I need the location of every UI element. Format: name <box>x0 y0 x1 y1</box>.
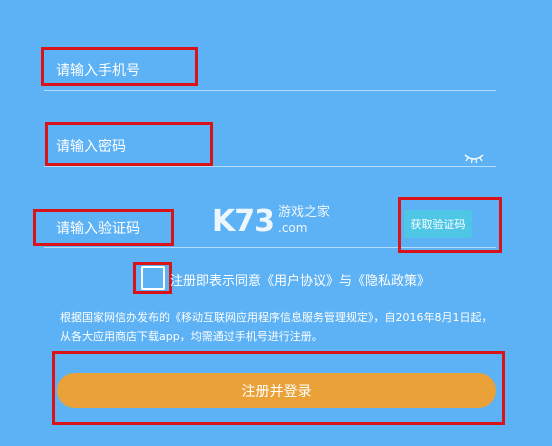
get-code-button-highlight <box>398 197 502 253</box>
watermark-name: 游戏之家 <box>278 205 331 220</box>
register-login-button-highlight <box>52 351 505 425</box>
phone-input-underline <box>44 90 496 91</box>
watermark-domain: .com <box>278 221 308 235</box>
registration-notice: 根据国家网信办发布的《移动互联网应用程序信息服务管理规定》，自2016年8月1日… <box>60 311 493 343</box>
code-input-highlight <box>33 209 174 246</box>
phone-input-highlight <box>41 47 198 86</box>
watermark-logo: K73 <box>212 204 275 239</box>
watermark: K73 游戏之家 .com <box>212 205 330 239</box>
agreement-text[interactable]: 注册即表示同意《用户协议》与《隐私政策》 <box>170 270 430 289</box>
eye-closed-icon[interactable] <box>464 152 484 164</box>
agreement-checkbox-highlight <box>133 262 172 294</box>
password-input-underline <box>44 166 496 167</box>
password-input-highlight <box>45 122 213 166</box>
